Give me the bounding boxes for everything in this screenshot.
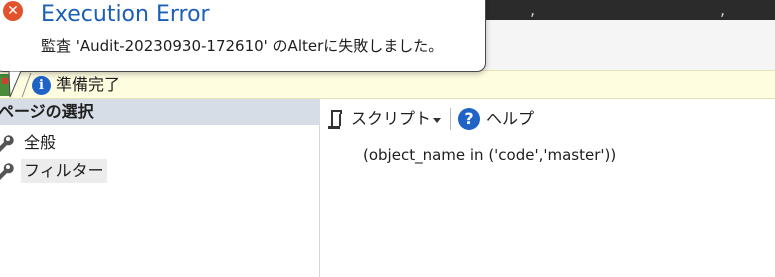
error-message: 監査 'Audit-20230930-172610' のAlterに失敗しました…	[41, 37, 444, 55]
page-item-label: フィルター	[21, 159, 107, 183]
status-text: 準備完了	[56, 75, 121, 94]
select-page-panel: ページの選択 全般 フィルター	[0, 99, 320, 277]
script-icon[interactable]	[327, 108, 345, 130]
help-icon[interactable]: ?	[458, 108, 480, 130]
page-item-label: 全般	[24, 133, 57, 152]
info-icon: i	[32, 76, 51, 95]
wrench-icon	[0, 163, 14, 180]
script-dropdown-arrow-icon[interactable]	[433, 118, 441, 123]
title-bar-glyph: ,	[720, 0, 726, 19]
script-button[interactable]: スクリプト	[351, 108, 431, 130]
title-bar-glyph: ,	[530, 0, 536, 19]
select-page-title: ページの選択	[0, 102, 94, 121]
select-page-header: ページの選択	[0, 99, 320, 125]
error-title: Execution Error	[41, 2, 210, 27]
error-notification[interactable]: ✕ Execution Error 監査 'Audit-20230930-172…	[0, 0, 486, 72]
notification-pointer	[8, 71, 22, 98]
toolbar-separator	[450, 108, 451, 130]
filter-expression[interactable]: (object_name in ('code','master'))	[363, 144, 616, 166]
filter-page-content: スクリプト ? ヘルプ (object_name in ('code','mas…	[321, 99, 775, 277]
status-bar: i 準備完了	[0, 70, 775, 99]
page-toolbar: スクリプト ? ヘルプ	[321, 99, 775, 139]
wrench-icon	[0, 135, 14, 152]
help-button[interactable]: ヘルプ	[486, 108, 534, 130]
error-x-icon: ✕	[3, 1, 23, 21]
